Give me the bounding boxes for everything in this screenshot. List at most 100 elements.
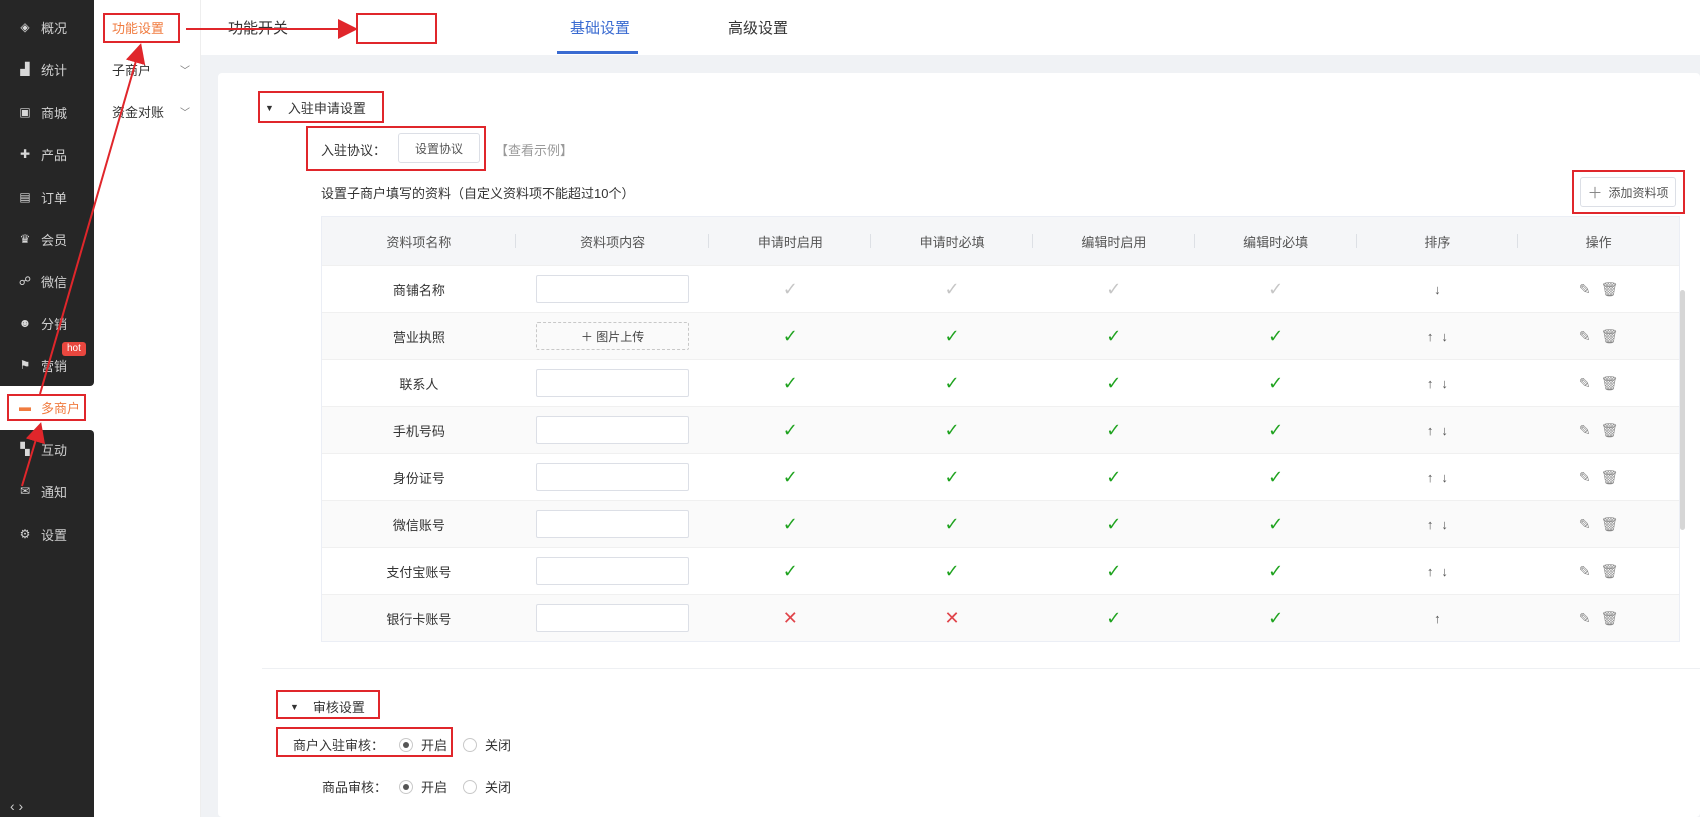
trash-icon[interactable]: 🗑 xyxy=(1601,469,1619,486)
sort-arrows-icon[interactable]: ↑↓ xyxy=(1419,376,1456,391)
sidebar-item-1[interactable]: ▟ 统计 xyxy=(0,48,94,90)
sidebar-item-7[interactable]: ☻ 分销 xyxy=(0,302,94,344)
toggle-cell: ✓ xyxy=(1195,595,1357,641)
check-icon[interactable]: ✓ xyxy=(1268,420,1283,441)
check-icon[interactable]: ✓ xyxy=(1268,561,1283,582)
sidebar-item-9[interactable]: ▬ 多商户 xyxy=(0,386,94,428)
check-icon[interactable]: ✓ xyxy=(1268,608,1283,629)
sidebar-item-0[interactable]: ◈ 概况 xyxy=(0,6,94,48)
field-input[interactable] xyxy=(536,416,690,444)
active-tab-indicator xyxy=(557,51,638,54)
trash-icon[interactable]: 🗑 xyxy=(1601,281,1619,298)
table-scrollbar[interactable] xyxy=(1680,290,1685,530)
field-input[interactable] xyxy=(536,510,690,538)
trash-icon[interactable]: 🗑 xyxy=(1601,563,1619,580)
sidebar-collapse-arrows[interactable]: ‹ › xyxy=(10,798,23,814)
merchant-review-off-radio[interactable]: 关闭 xyxy=(463,735,511,754)
tab-basic-settings[interactable]: 基础设置 xyxy=(570,0,630,55)
sort-arrows-icon[interactable]: ↑↓ xyxy=(1419,329,1456,344)
goods-review-on-radio[interactable]: 开启 xyxy=(399,777,447,796)
sort-arrows-icon[interactable]: ↑↓ xyxy=(1419,564,1456,579)
edit-icon[interactable]: ✎ xyxy=(1579,328,1591,345)
edit-icon[interactable]: ✎ xyxy=(1579,563,1591,580)
check-disabled-icon[interactable]: ✓ xyxy=(1106,279,1121,300)
caret-down-icon: ▼ xyxy=(265,102,274,113)
field-input[interactable] xyxy=(536,557,690,585)
check-icon[interactable]: ✓ xyxy=(945,514,960,535)
sidebar-item-3[interactable]: ✚ 产品 xyxy=(0,133,94,175)
check-icon[interactable]: ✓ xyxy=(1106,326,1121,347)
check-icon[interactable]: ✓ xyxy=(1106,514,1121,535)
subnav-item-sub-merchant[interactable]: 子商户 ﹀ xyxy=(112,54,196,84)
edit-icon[interactable]: ✎ xyxy=(1579,375,1591,392)
tab-function-switch[interactable]: 功能开关 xyxy=(228,0,288,55)
edit-icon[interactable]: ✎ xyxy=(1579,610,1591,627)
check-disabled-icon[interactable]: ✓ xyxy=(945,279,960,300)
check-icon[interactable]: ✓ xyxy=(783,420,798,441)
add-field-button[interactable]: ＋ 添加资料项 xyxy=(1580,177,1676,207)
subnav-item-function-settings[interactable]: 功能设置 xyxy=(112,12,196,42)
check-icon[interactable]: ✓ xyxy=(945,561,960,582)
edit-icon[interactable]: ✎ xyxy=(1579,469,1591,486)
table-header: 资料项名称 资料项内容 申请时启用 申请时必填 编辑时启用 编辑时必填 排序 操… xyxy=(322,217,1679,265)
trash-icon[interactable]: 🗑 xyxy=(1601,610,1619,627)
apply-section-header[interactable]: ▼ 入驻申请设置 xyxy=(265,98,366,117)
check-icon[interactable]: ✓ xyxy=(945,420,960,441)
sort-arrows-icon[interactable]: ↑↓ xyxy=(1419,470,1456,485)
trash-icon[interactable]: 🗑 xyxy=(1601,422,1619,439)
trash-icon[interactable]: 🗑 xyxy=(1601,516,1619,533)
tab-advanced-settings[interactable]: 高级设置 xyxy=(728,0,788,55)
check-icon[interactable]: ✓ xyxy=(1106,608,1121,629)
sort-arrows-icon[interactable]: ↑ xyxy=(1426,611,1449,626)
trash-icon[interactable]: 🗑 xyxy=(1601,328,1619,345)
sort-arrows-icon[interactable]: ↓ xyxy=(1426,282,1449,297)
field-input[interactable] xyxy=(536,463,690,491)
check-disabled-icon[interactable]: ✓ xyxy=(783,279,798,300)
cross-icon[interactable]: ✕ xyxy=(783,608,798,629)
cross-icon[interactable]: ✕ xyxy=(945,608,960,629)
view-example-link[interactable]: 【查看示例】 xyxy=(495,140,573,159)
edit-icon[interactable]: ✎ xyxy=(1579,281,1591,298)
set-agreement-button[interactable]: 设置协议 xyxy=(398,133,480,163)
goods-review-off-radio[interactable]: 关闭 xyxy=(463,777,511,796)
check-icon[interactable]: ✓ xyxy=(783,514,798,535)
subnav-item-fund-reconcile[interactable]: 资金对账 ﹀ xyxy=(112,96,196,126)
check-icon[interactable]: ✓ xyxy=(1106,373,1121,394)
field-input[interactable] xyxy=(536,275,690,303)
field-input[interactable] xyxy=(536,604,690,632)
field-input[interactable] xyxy=(536,369,690,397)
check-icon[interactable]: ✓ xyxy=(1106,420,1121,441)
review-section-header[interactable]: ▼ 审核设置 xyxy=(290,697,365,716)
check-icon[interactable]: ✓ xyxy=(1268,326,1283,347)
check-icon[interactable]: ✓ xyxy=(1268,373,1283,394)
image-upload-button[interactable]: ＋ 图片上传 xyxy=(536,322,690,350)
subnav-item-label: 功能设置 xyxy=(112,20,165,36)
check-icon[interactable]: ✓ xyxy=(783,373,798,394)
check-icon[interactable]: ✓ xyxy=(945,373,960,394)
check-icon[interactable]: ✓ xyxy=(1106,467,1121,488)
merchant-review-on-radio[interactable]: 开启 xyxy=(399,735,447,754)
sidebar-item-12[interactable]: ⚙ 设置 xyxy=(0,513,94,555)
check-icon[interactable]: ✓ xyxy=(783,561,798,582)
check-disabled-icon[interactable]: ✓ xyxy=(1268,279,1283,300)
check-icon[interactable]: ✓ xyxy=(1106,561,1121,582)
sort-cell: ↑↓ xyxy=(1357,313,1519,359)
toggle-cell: ✓ xyxy=(871,454,1033,500)
sort-arrows-icon[interactable]: ↑↓ xyxy=(1419,517,1456,532)
check-icon[interactable]: ✓ xyxy=(783,326,798,347)
edit-icon[interactable]: ✎ xyxy=(1579,422,1591,439)
check-icon[interactable]: ✓ xyxy=(1268,514,1283,535)
sidebar-item-5[interactable]: ♛ 会员 xyxy=(0,218,94,260)
sidebar-item-11[interactable]: ✉ 通知 xyxy=(0,470,94,512)
check-icon[interactable]: ✓ xyxy=(945,326,960,347)
sidebar-item-6[interactable]: ☍ 微信 xyxy=(0,260,94,302)
sort-arrows-icon[interactable]: ↑↓ xyxy=(1419,423,1456,438)
check-icon[interactable]: ✓ xyxy=(945,467,960,488)
check-icon[interactable]: ✓ xyxy=(1268,467,1283,488)
sidebar-item-10[interactable]: ▚ 互动 xyxy=(0,428,94,470)
sidebar-item-2[interactable]: ▣ 商城 xyxy=(0,91,94,133)
sidebar-item-4[interactable]: ▤ 订单 xyxy=(0,176,94,218)
edit-icon[interactable]: ✎ xyxy=(1579,516,1591,533)
check-icon[interactable]: ✓ xyxy=(783,467,798,488)
trash-icon[interactable]: 🗑 xyxy=(1601,375,1619,392)
